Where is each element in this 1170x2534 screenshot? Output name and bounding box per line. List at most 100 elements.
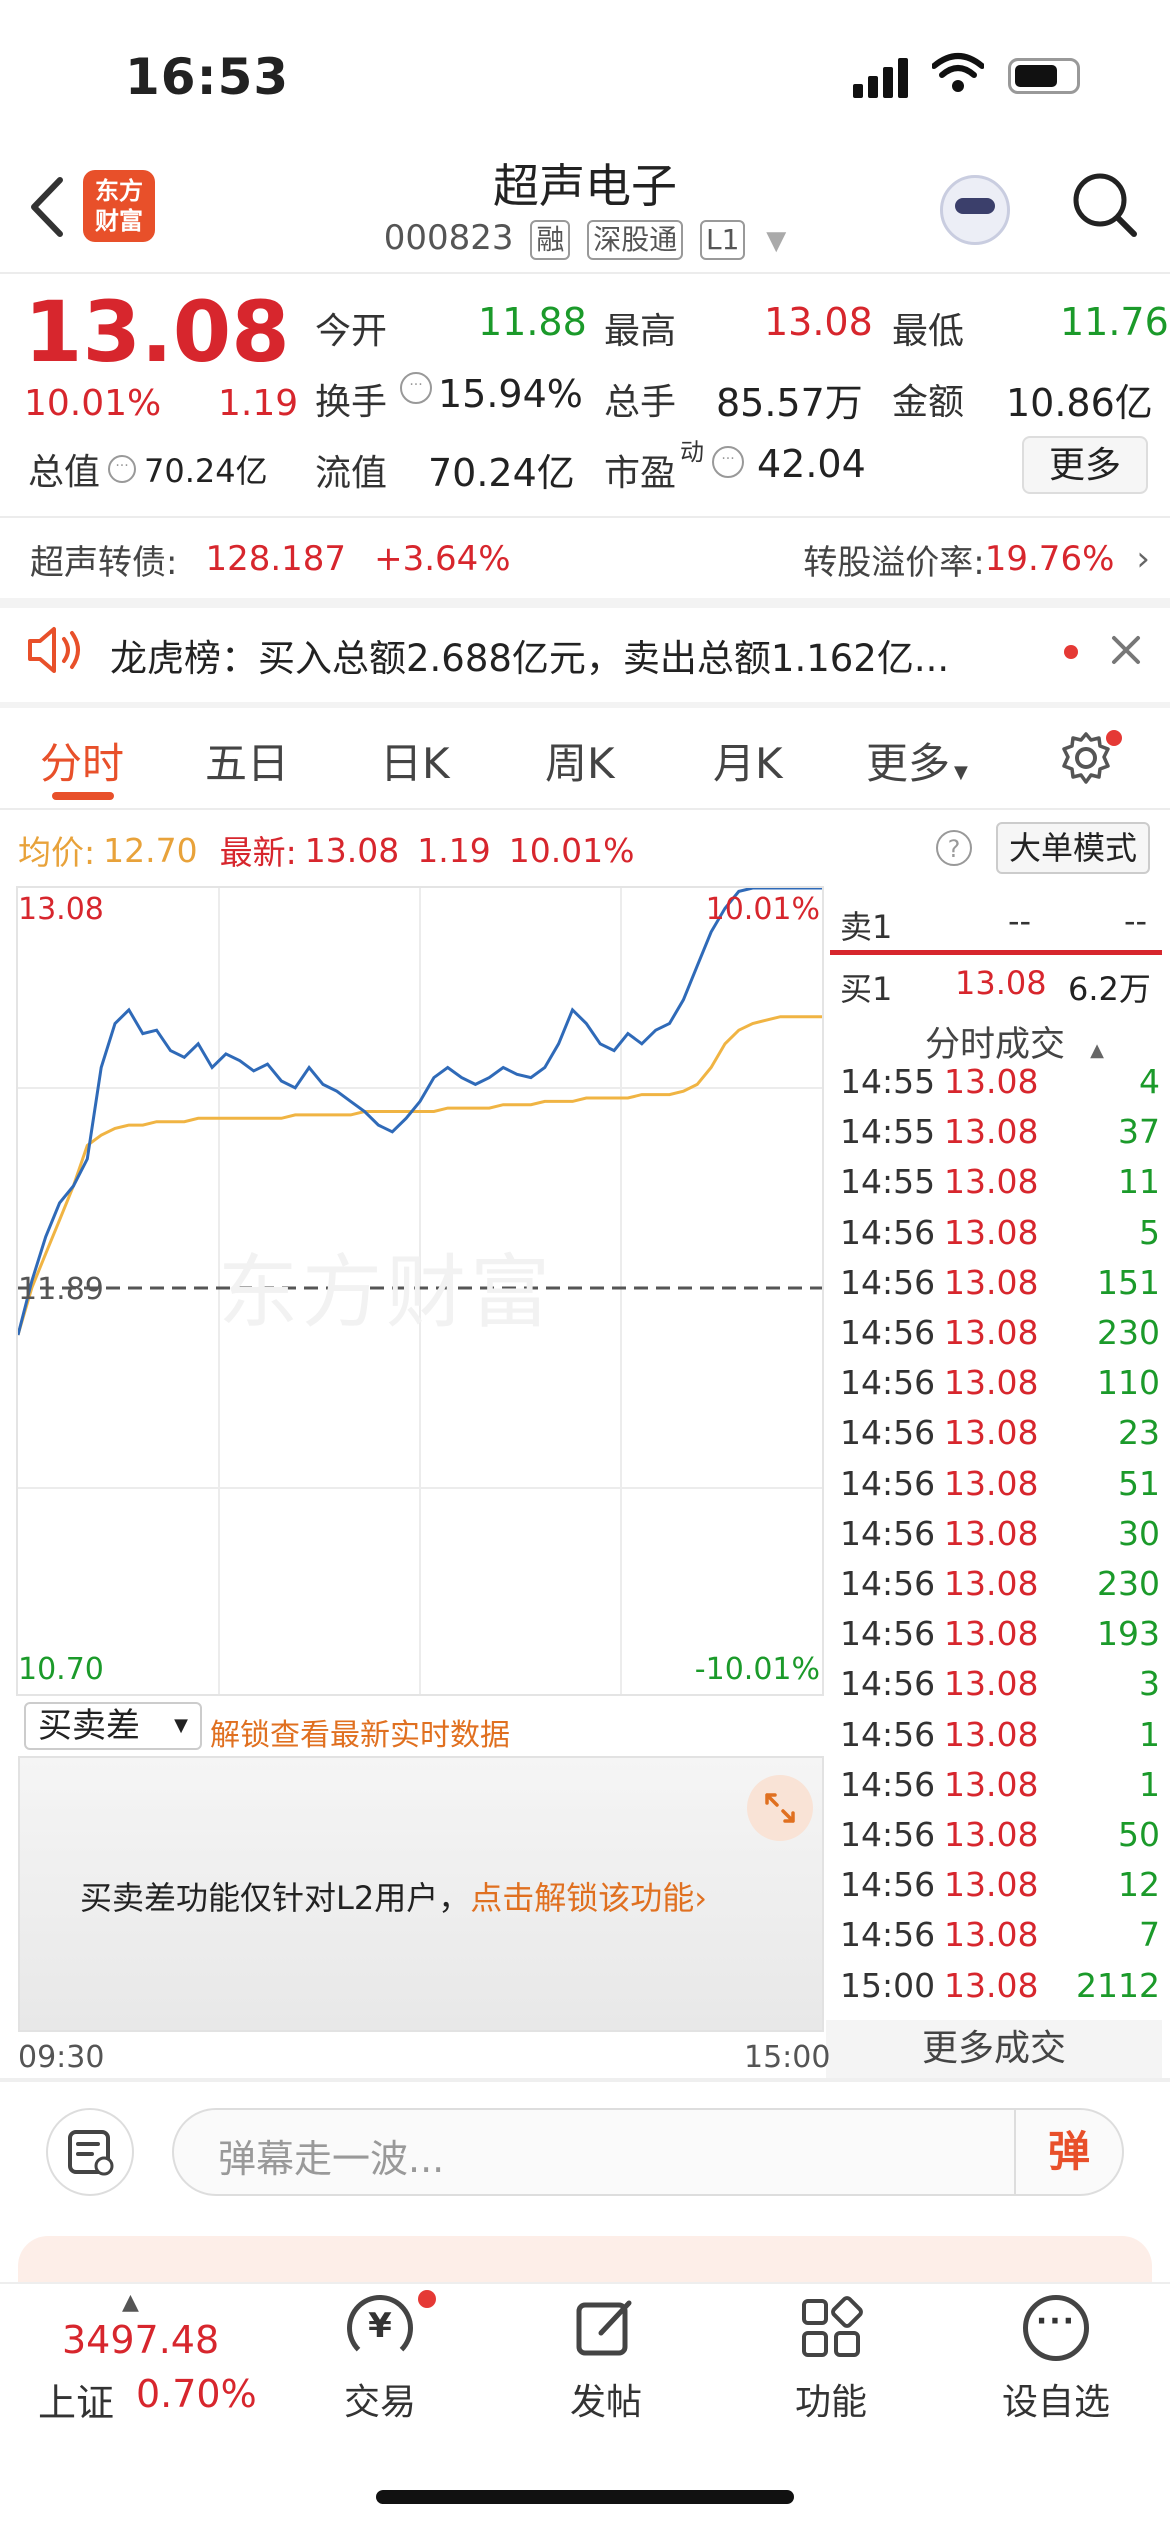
trade-time: 14:56 [840,1614,936,1654]
tag-connect: 深股通 [587,220,684,260]
trade-volume: 1 [1139,1714,1160,1754]
nav-watchlist[interactable]: ··· 设自选 [966,2295,1146,2425]
info-icon[interactable]: ··· [712,446,744,478]
sell1-price: -- [1008,902,1032,940]
nav-functions[interactable]: 功能 [741,2295,921,2425]
index-up-arrow-icon: ▲ [122,2290,139,2315]
trade-row: 14:56 13.08 230 [840,1313,1160,1363]
danmaku-input[interactable]: 弹幕走一波... 弹 [172,2108,1124,2196]
buy1-label: 买1 [840,970,893,1008]
close-icon[interactable] [1106,630,1146,674]
trade-price: 13.08 [944,1513,1039,1553]
tab-more[interactable]: 更多 ▼ [866,730,968,791]
tab-five-day[interactable]: 五日 [205,730,289,791]
trade-row: 14:56 13.08 193 [840,1614,1160,1664]
danmaku-send-button[interactable]: 弹 [1014,2110,1122,2194]
robot-assistant-icon[interactable] [940,175,1010,245]
open-label: 今开 [315,311,388,352]
trade-price: 13.08 [944,1815,1039,1854]
trade-time: 14:56 [840,1664,936,1704]
expand-icon[interactable] [747,1775,813,1841]
index-pct[interactable]: 0.70% [136,2372,257,2416]
trade-row: 14:56 13.08 1 [840,1715,1160,1765]
pct-top-label: 10.01% [705,892,820,927]
info-icon[interactable]: ··· [400,372,432,404]
more-button[interactable]: 更多 [1022,436,1148,494]
volume-value: 85.57万 [716,381,863,425]
unlock-link[interactable]: 点击解锁该功能 [470,1879,694,1917]
chevron-right-icon: › [694,1879,708,1917]
index-value[interactable]: 3497.48 [62,2318,219,2362]
trade-time: 14:55 [840,1162,936,1202]
trade-row: 14:56 13.08 5 [840,1213,1160,1263]
trade-time: 14:56 [840,1212,936,1252]
float-cap-label: 流值 [315,453,388,494]
comment-list-icon[interactable] [46,2108,134,2196]
unread-dot [1064,645,1078,659]
trade-time: 14:56 [840,1564,936,1603]
stock-code: 000823 [383,218,514,258]
yen-icon: ¥ [347,2295,413,2361]
dragon-tiger-notice[interactable]: 龙虎榜：买入总额2.688亿元，卖出总额1.162亿... [110,628,1020,682]
trade-row: 14:55 13.08 11 [840,1162,1160,1212]
help-icon[interactable]: ? [936,830,972,866]
tab-monthly-k[interactable]: 月K [713,730,783,791]
trade-row: 14:55 13.08 4 [840,1062,1160,1112]
trade-time: 14:56 [840,1262,936,1302]
y-top-label: 13.08 [18,892,104,927]
trade-row: 14:56 13.08 51 [840,1464,1160,1514]
trade-time: 14:56 [840,1363,936,1403]
l2-lock-message: 买卖差功能仅针对L2用户，点击解锁该功能› [80,1879,708,1917]
trade-volume: 5 [1139,1212,1160,1252]
trade-time: 14:56 [840,1815,936,1854]
info-icon[interactable]: ··· [108,455,137,483]
trade-price: 13.08 [944,1212,1039,1252]
trade-time: 14:55 [840,1062,936,1101]
trade-volume: 4 [1139,1062,1160,1101]
trade-time: 14:56 [840,1313,936,1352]
trade-row: 14:56 13.08 7 [840,1915,1160,1965]
more-trades-button[interactable]: 更多成交 [826,2020,1162,2078]
more-dots-icon: ··· [1023,2295,1089,2361]
trade-price: 13.08 [944,1313,1039,1352]
trade-volume: 23 [1118,1413,1160,1453]
change-percent: 10.01% [24,383,162,424]
convertible-bond-row[interactable]: 超声转债: 128.187 +3.64% 转股溢价率: 19.76% › [30,534,1150,584]
trade-time: 14:56 [840,1413,936,1453]
trade-volume: 51 [1118,1463,1160,1503]
y-mid-label: 11.89 [18,1272,104,1307]
unlock-hint[interactable]: 解锁查看最新实时数据 [210,1710,510,1754]
trade-volume: 7 [1139,1915,1160,1955]
trade-price: 13.08 [944,1614,1039,1654]
trade-row: 14:56 13.08 12 [840,1865,1160,1915]
trade-row: 14:56 13.08 23 [840,1413,1160,1463]
trade-volume: 11 [1118,1162,1160,1202]
index-name[interactable]: 上证 [38,2372,114,2427]
trade-volume: 230 [1097,1564,1160,1603]
tab-daily-k[interactable]: 日K [380,730,450,791]
trade-price: 13.08 [944,1915,1039,1955]
spread-select[interactable]: 买卖差 ▼ [24,1702,202,1750]
pct-bottom-label: -10.01% [694,1652,820,1687]
tag-level: L1 [700,220,746,260]
intraday-chart[interactable]: 东方财富 13.08 10.01% 11.89 10.70 -10.01% [16,886,824,1696]
trade-volume: 37 [1118,1112,1160,1152]
nav-trade[interactable]: ¥ 交易 [290,2295,470,2425]
signal-icon [853,58,913,98]
low-value: 11.76 [1060,300,1169,344]
tab-weekly-k[interactable]: 周K [545,730,615,791]
sell1-volume: -- [1124,902,1148,940]
trade-row: 14:56 13.08 30 [840,1514,1160,1564]
tab-intraday[interactable]: 分时 [40,730,124,791]
nav-post[interactable]: 发帖 [516,2295,696,2425]
search-icon[interactable] [1070,170,1140,244]
trade-time: 14:56 [840,1764,936,1804]
pe-dynamic-mark: 动 [680,438,704,466]
trade-volume: 1 [1139,1764,1160,1804]
pe-label: 市盈 [604,453,677,494]
trade-volume: 50 [1118,1815,1160,1854]
trades-header[interactable]: 分时成交 ▲ [925,1016,1104,1067]
home-indicator [376,2490,794,2504]
big-order-mode-button[interactable]: 大单模式 [996,822,1150,874]
trade-row: 14:56 13.08 151 [840,1263,1160,1313]
